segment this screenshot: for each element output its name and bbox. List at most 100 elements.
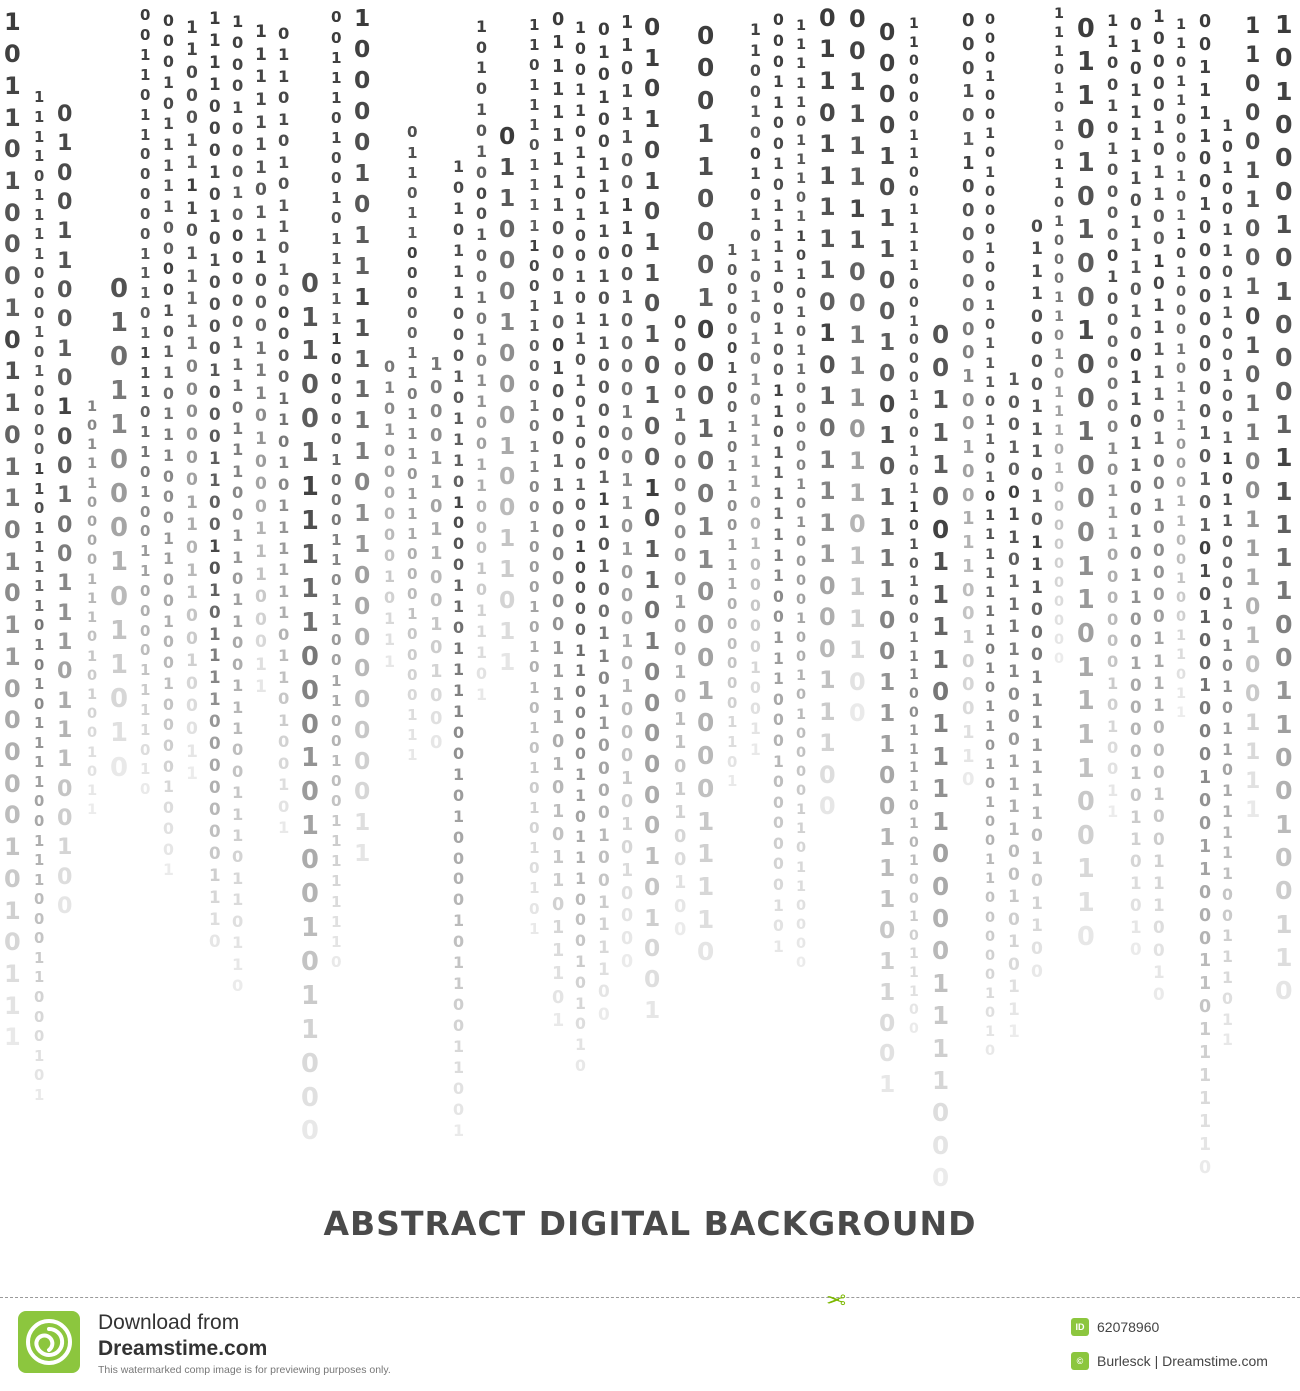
binary-digit: 0 bbox=[1077, 249, 1095, 279]
binary-digit: 0 bbox=[354, 35, 371, 63]
binary-digit: 0 bbox=[644, 75, 661, 102]
binary-digit: 0 bbox=[879, 792, 896, 820]
binary-digit: 0 bbox=[57, 805, 73, 831]
binary-digit: 0 bbox=[1054, 328, 1065, 344]
binary-digit: 1 bbox=[34, 754, 45, 771]
binary-digit: 1 bbox=[674, 710, 687, 730]
binary-digit: 1 bbox=[1176, 265, 1187, 281]
binary-digit: 1 bbox=[1176, 571, 1187, 587]
binary-digit: 1 bbox=[750, 247, 761, 265]
binary-digit: 0 bbox=[621, 173, 634, 193]
binary-digit: 0 bbox=[407, 385, 418, 403]
binary-digit: 1 bbox=[453, 974, 465, 993]
binary-digit: 0 bbox=[727, 339, 738, 357]
binary-digit: 0 bbox=[1275, 43, 1293, 72]
binary-digit: 0 bbox=[1199, 379, 1212, 399]
binary-digit: 0 bbox=[278, 324, 290, 343]
binary-digit: 0 bbox=[1107, 225, 1119, 244]
binary-digit: 0 bbox=[209, 755, 221, 775]
binary-digit: 0 bbox=[301, 642, 319, 672]
binary-digit: 0 bbox=[575, 350, 586, 369]
binary-digit: 0 bbox=[1031, 329, 1043, 349]
binary-digit: 1 bbox=[278, 711, 290, 730]
binary-digit: 0 bbox=[453, 890, 465, 909]
binary-digit: 1 bbox=[909, 388, 919, 404]
binary-digit: 0 bbox=[1031, 826, 1043, 846]
binary-digit: 1 bbox=[34, 578, 45, 595]
binary-digit: 0 bbox=[209, 184, 221, 204]
binary-digit: 0 bbox=[697, 610, 715, 639]
binary-digit: 0 bbox=[34, 402, 45, 419]
binary-digit: 1 bbox=[1176, 494, 1187, 510]
binary-digit: 1 bbox=[163, 176, 174, 195]
binary-digit: 1 bbox=[34, 715, 45, 732]
binary-digit: 1 bbox=[750, 535, 761, 553]
binary-digit: 0 bbox=[278, 689, 290, 708]
binary-digit: 0 bbox=[552, 219, 565, 239]
binary-digit: 1 bbox=[932, 450, 950, 479]
binary-digit: 1 bbox=[34, 89, 45, 106]
binary-digit: 1 bbox=[430, 448, 443, 469]
binary-digit: 1 bbox=[644, 997, 661, 1024]
binary-digit: 1 bbox=[140, 661, 151, 679]
binary-digit: 1 bbox=[750, 288, 761, 306]
binary-digit: 0 bbox=[909, 798, 919, 814]
binary-digit: 0 bbox=[255, 316, 267, 336]
binary-digit: 0 bbox=[1245, 217, 1261, 242]
binary-digit: 0 bbox=[354, 777, 371, 805]
binary-digit: 0 bbox=[909, 686, 919, 702]
binary-digit: 1 bbox=[727, 418, 738, 436]
binary-digit: 0 bbox=[819, 4, 836, 32]
binary-digit: 1 bbox=[1245, 740, 1261, 765]
binary-digit: 0 bbox=[644, 444, 661, 471]
binary-digit: 1 bbox=[278, 389, 290, 408]
binary-digit: 0 bbox=[186, 719, 198, 739]
binary-digit: 0 bbox=[1054, 537, 1065, 553]
binary-digit: 0 bbox=[598, 422, 610, 442]
binary-digit: 0 bbox=[331, 149, 342, 167]
binary-digit: 0 bbox=[1130, 609, 1142, 629]
binary-digit: 1 bbox=[598, 959, 610, 979]
binary-digit: 1 bbox=[163, 529, 174, 548]
binary-digit: 0 bbox=[1107, 289, 1119, 308]
binary-digit: 0 bbox=[773, 114, 784, 132]
binary-digit: 1 bbox=[1176, 705, 1187, 721]
binary-digit: 1 bbox=[331, 852, 342, 870]
binary-digit: 1 bbox=[1245, 14, 1261, 39]
binary-digit: 0 bbox=[1245, 363, 1261, 388]
binary-digit: 0 bbox=[1153, 917, 1165, 937]
binary-digit: 1 bbox=[1107, 674, 1119, 693]
binary-code-background: 1011010001011011010110000010101111111011… bbox=[0, 0, 1300, 1190]
binary-digit: 1 bbox=[4, 72, 21, 100]
binary-digit: 0 bbox=[849, 258, 866, 286]
binary-digit: 0 bbox=[773, 794, 784, 812]
binary-digit: 1 bbox=[962, 746, 975, 767]
binary-digit: 1 bbox=[697, 839, 715, 868]
binary-digit: 1 bbox=[186, 583, 198, 603]
binary-digit: 0 bbox=[1199, 447, 1212, 467]
binary-digit: 0 bbox=[909, 835, 919, 851]
binary-digit: 0 bbox=[4, 421, 21, 449]
binary-digit: 0 bbox=[278, 238, 290, 257]
binary-digit: 1 bbox=[34, 187, 45, 204]
binary-digit: 0 bbox=[529, 478, 540, 496]
binary-digit: 1 bbox=[1176, 647, 1187, 663]
binary-digit: 0 bbox=[1107, 738, 1119, 757]
binary-digit: 0 bbox=[1130, 14, 1142, 34]
binary-digit: 0 bbox=[575, 890, 586, 909]
binary-digit: 1 bbox=[354, 252, 371, 280]
binary-digit: 1 bbox=[552, 685, 565, 705]
binary-digit: 0 bbox=[278, 797, 290, 816]
binary-digit: 0 bbox=[598, 601, 610, 621]
binary-digit: 0 bbox=[453, 304, 465, 323]
binary-digit: 0 bbox=[1199, 654, 1212, 674]
binary-digit: 0 bbox=[186, 402, 198, 422]
binary-digit: 0 bbox=[598, 870, 610, 890]
binary-digit: 1 bbox=[278, 45, 290, 64]
binary-digit: 0 bbox=[575, 122, 586, 141]
binary-digit: 0 bbox=[1008, 483, 1020, 503]
binary-digit: 1 bbox=[1130, 565, 1142, 585]
binary-digit: 1 bbox=[529, 397, 540, 415]
binary-digit: 0 bbox=[1275, 310, 1293, 339]
binary-digit: 0 bbox=[796, 381, 807, 397]
